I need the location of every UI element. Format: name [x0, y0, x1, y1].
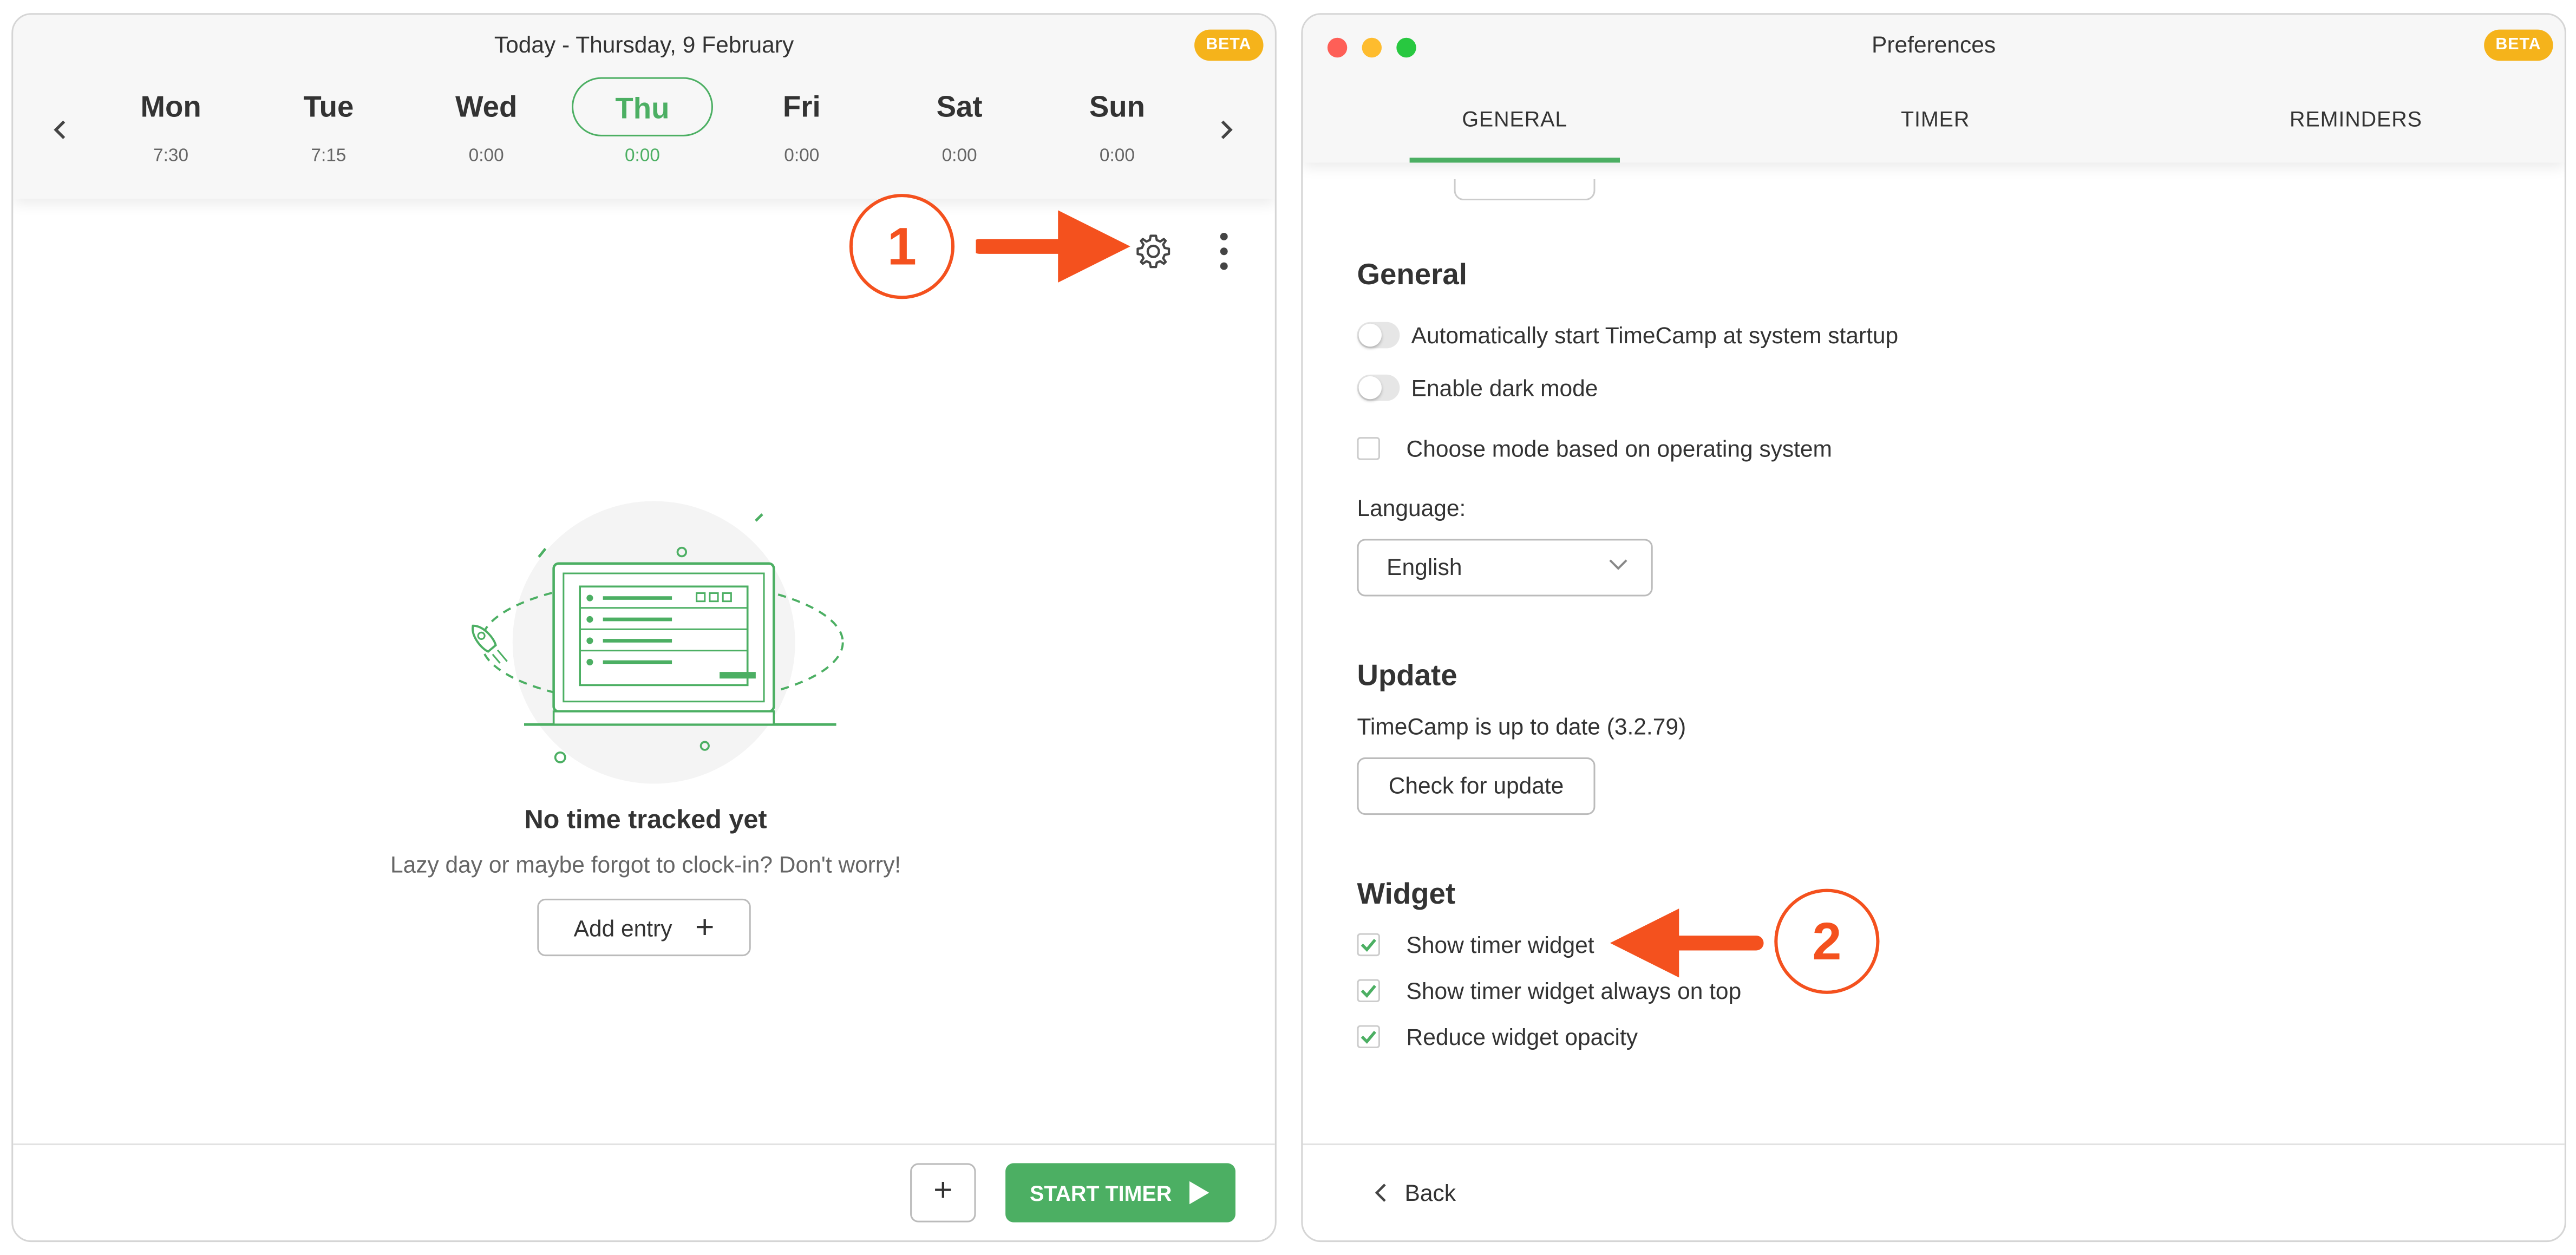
- chevron-down-icon: [1609, 559, 1627, 570]
- back-button[interactable]: Back: [1375, 1180, 1456, 1206]
- day-thu[interactable]: Thu 0:00: [572, 77, 713, 166]
- day-sun[interactable]: Sun 0:00: [1043, 77, 1191, 166]
- check-for-update-button[interactable]: Check for update: [1357, 757, 1596, 815]
- start-timer-button[interactable]: START TIMER: [1005, 1163, 1235, 1223]
- timesheet-window: Today - Thursday, 9 February BETA Mon 7:…: [11, 13, 1277, 1243]
- day-fri[interactable]: Fri 0:00: [728, 77, 875, 166]
- language-select[interactable]: English: [1357, 539, 1653, 597]
- plus-icon: +: [695, 909, 715, 946]
- tab-timer[interactable]: TIMER: [1830, 107, 2040, 132]
- checkmark-icon: [1361, 1030, 1376, 1044]
- reduce-opacity-label: Reduce widget opacity: [1406, 1023, 1638, 1050]
- tab-reminders[interactable]: REMINDERS: [2251, 107, 2461, 132]
- language-value: English: [1387, 553, 1462, 580]
- day-name: Tue: [303, 90, 354, 123]
- auto-start-label: Automatically start TimeCamp at system s…: [1411, 322, 1899, 349]
- day-time: 0:00: [942, 146, 977, 166]
- update-heading: Update: [1357, 658, 1457, 692]
- chevron-left-icon[interactable]: [51, 120, 70, 140]
- day-name: Fri: [782, 90, 821, 123]
- beta-badge: BETA: [1194, 29, 1263, 61]
- day-time: 0:00: [624, 146, 660, 166]
- beta-badge: BETA: [2484, 29, 2553, 61]
- date-title: Today - Thursday, 9 February: [494, 31, 794, 58]
- update-status: TimeCamp is up to date (3.2.79): [1357, 713, 1686, 740]
- preferences-window: Preferences BETA GENERAL TIMER REMINDERS…: [1301, 13, 2566, 1243]
- dark-mode-label: Enable dark mode: [1411, 374, 1598, 401]
- active-tab-indicator: [1409, 158, 1620, 163]
- tab-general[interactable]: GENERAL: [1410, 107, 1620, 132]
- day-name: Thu: [572, 77, 713, 136]
- show-widget-label: Show timer widget: [1406, 931, 1594, 958]
- screenshot-stage: Today - Thursday, 9 February BETA Mon 7:…: [0, 0, 2576, 1255]
- preferences-header: Preferences BETA GENERAL TIMER REMINDERS: [1303, 15, 2565, 163]
- day-time: 0:00: [784, 146, 820, 166]
- day-time: 0:00: [1099, 146, 1135, 166]
- empty-state-subtitle: Lazy day or maybe forgot to clock-in? Do…: [390, 851, 901, 878]
- day-time: 7:30: [153, 146, 189, 166]
- day-tue[interactable]: Tue 7:15: [254, 77, 402, 166]
- week-header: Today - Thursday, 9 February BETA Mon 7:…: [13, 15, 1275, 199]
- os-mode-label: Choose mode based on operating system: [1406, 435, 1832, 462]
- add-button[interactable]: +: [910, 1163, 976, 1223]
- empty-state-illustration: [472, 501, 844, 784]
- day-sat[interactable]: Sat 0:00: [886, 77, 1034, 166]
- chevron-right-icon[interactable]: [1216, 120, 1235, 140]
- add-entry-label: Add entry: [573, 914, 672, 941]
- day-name: Sat: [936, 90, 983, 123]
- os-mode-checkbox[interactable]: [1357, 437, 1380, 460]
- always-on-top-label: Show timer widget always on top: [1406, 977, 1742, 1004]
- arrow-right-icon: [976, 210, 1130, 283]
- dark-mode-toggle[interactable]: [1357, 374, 1400, 401]
- gear-icon[interactable]: [1134, 232, 1173, 271]
- more-options-icon[interactable]: [1216, 232, 1232, 271]
- day-name: Sun: [1089, 90, 1146, 123]
- chevron-left-icon: [1375, 1184, 1386, 1202]
- show-widget-checkbox[interactable]: [1357, 933, 1380, 957]
- reduce-opacity-checkbox[interactable]: [1357, 1025, 1380, 1049]
- empty-state-title: No time tracked yet: [524, 806, 767, 835]
- back-label: Back: [1404, 1179, 1456, 1206]
- general-heading: General: [1357, 258, 1467, 291]
- play-icon: [1189, 1181, 1210, 1205]
- auto-start-toggle[interactable]: [1357, 322, 1400, 349]
- preferences-footer: [1303, 1143, 2565, 1240]
- day-time: 7:15: [311, 146, 346, 166]
- day-wed[interactable]: Wed 0:00: [413, 77, 560, 166]
- day-name: Wed: [455, 90, 518, 123]
- day-mon[interactable]: Mon 7:30: [97, 77, 245, 166]
- step-1-marker: 1: [849, 194, 955, 299]
- checkmark-icon: [1361, 984, 1376, 998]
- add-entry-button[interactable]: Add entry +: [537, 898, 751, 957]
- step-2-marker: 2: [1774, 888, 1880, 994]
- window-title: Preferences: [1872, 31, 1996, 58]
- always-on-top-checkbox[interactable]: [1357, 979, 1380, 1003]
- widget-heading: Widget: [1357, 877, 1456, 911]
- scrolled-control-fragment: [1454, 179, 1596, 201]
- day-name: Mon: [140, 90, 201, 123]
- day-time: 0:00: [468, 146, 504, 166]
- checkmark-icon: [1361, 938, 1376, 952]
- language-label: Language:: [1357, 494, 1466, 521]
- arrow-left-icon: [1610, 908, 1764, 978]
- start-timer-label: START TIMER: [1029, 1180, 1172, 1205]
